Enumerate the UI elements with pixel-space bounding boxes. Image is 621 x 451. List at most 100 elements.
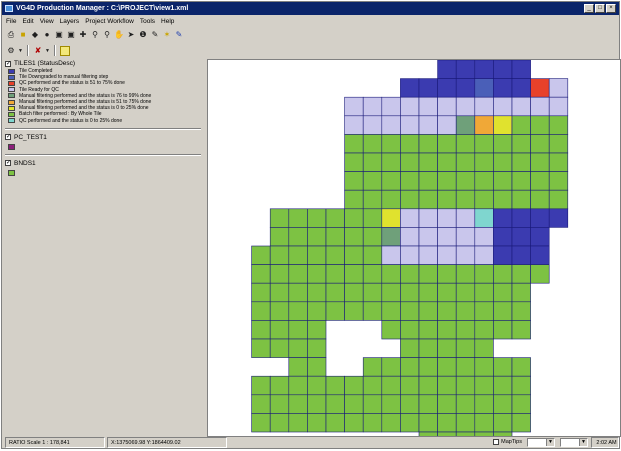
map-tile[interactable]	[288, 208, 308, 228]
map-tile[interactable]	[493, 96, 513, 117]
map-tile[interactable]	[474, 189, 494, 210]
map-tile[interactable]	[493, 301, 513, 321]
map-tile[interactable]	[269, 227, 290, 247]
map-tile[interactable]	[400, 264, 420, 284]
map-tile[interactable]	[437, 413, 457, 433]
map-tile[interactable]	[530, 264, 550, 284]
map-tile[interactable]	[474, 78, 494, 98]
map-tile[interactable]	[307, 338, 327, 358]
map-tile[interactable]	[344, 227, 364, 247]
map-tile[interactable]	[269, 375, 290, 396]
map-tile[interactable]	[455, 394, 476, 414]
map-tile[interactable]	[437, 375, 457, 396]
layers-icon[interactable]: ◆	[30, 30, 40, 40]
map-tile[interactable]	[530, 96, 550, 117]
map-tile[interactable]	[325, 394, 345, 414]
map-tile[interactable]	[418, 375, 438, 396]
map-tile[interactable]	[511, 171, 531, 191]
map-tile[interactable]	[437, 134, 457, 154]
map-tile[interactable]	[381, 134, 401, 154]
map-tile[interactable]	[381, 357, 401, 377]
map-tile[interactable]	[362, 394, 383, 414]
map-tile[interactable]	[474, 264, 494, 284]
map-tile[interactable]	[493, 245, 513, 265]
map-tile[interactable]	[362, 189, 383, 210]
map-tile[interactable]	[344, 96, 364, 117]
map-tile[interactable]	[418, 134, 438, 154]
map-tile[interactable]	[362, 245, 383, 265]
open-folder-icon[interactable]: ■	[18, 30, 28, 40]
map-tile[interactable]	[493, 189, 513, 210]
map-tile[interactable]	[511, 96, 531, 117]
map-tile[interactable]	[325, 227, 345, 247]
map-tile[interactable]	[251, 413, 271, 433]
map-tile[interactable]	[493, 357, 513, 377]
map-tile[interactable]	[251, 320, 271, 340]
map-tile[interactable]	[455, 171, 476, 191]
map-tile[interactable]	[400, 394, 420, 414]
map-tile[interactable]	[362, 413, 383, 433]
map-tile[interactable]	[474, 282, 494, 303]
map-tile[interactable]	[493, 227, 513, 247]
map-tile[interactable]	[548, 78, 569, 98]
map-tile[interactable]	[381, 171, 401, 191]
map-tile[interactable]	[511, 189, 531, 210]
close-button[interactable]: ×	[606, 4, 616, 13]
map-tile[interactable]	[455, 115, 476, 135]
map-tile[interactable]	[400, 152, 420, 172]
map-tile[interactable]	[474, 338, 494, 358]
map-tile[interactable]	[288, 245, 308, 265]
map-tile[interactable]	[530, 171, 550, 191]
map-tile[interactable]	[418, 227, 438, 247]
menu-tools[interactable]: Tools	[140, 17, 155, 27]
map-tile[interactable]	[251, 375, 271, 396]
map-tile[interactable]	[493, 264, 513, 284]
map-tile[interactable]	[511, 357, 531, 377]
map-tile[interactable]	[344, 134, 364, 154]
map-tile[interactable]	[437, 152, 457, 172]
map-tile[interactable]	[288, 282, 308, 303]
map-tile[interactable]	[344, 413, 364, 433]
map-tile[interactable]	[269, 394, 290, 414]
map-tile[interactable]	[381, 208, 401, 228]
map-tile[interactable]	[511, 134, 531, 154]
map-tile[interactable]	[400, 245, 420, 265]
map-tile[interactable]	[288, 227, 308, 247]
pencil-icon[interactable]: ✎	[174, 30, 184, 40]
map-tile[interactable]	[548, 152, 569, 172]
map-tile[interactable]	[437, 301, 457, 321]
map-tile[interactable]	[381, 115, 401, 135]
map-tile[interactable]	[530, 152, 550, 172]
map-tile[interactable]	[362, 171, 383, 191]
map-tile[interactable]	[381, 394, 401, 414]
map-tile[interactable]	[362, 115, 383, 135]
map-tile[interactable]	[288, 320, 308, 340]
map-tile[interactable]	[474, 245, 494, 265]
map-tile[interactable]	[511, 301, 531, 321]
map-tile[interactable]	[511, 282, 531, 303]
zoom-in-icon[interactable]: ⚲	[90, 30, 100, 40]
map-tile[interactable]	[325, 245, 345, 265]
map-tile[interactable]	[511, 394, 531, 414]
map-tile[interactable]	[381, 189, 401, 210]
map-tile[interactable]	[511, 264, 531, 284]
map-tile[interactable]	[418, 394, 438, 414]
map-tile[interactable]	[548, 208, 569, 228]
map-tile[interactable]	[418, 338, 438, 358]
map-tile[interactable]	[251, 394, 271, 414]
map-tile[interactable]	[418, 189, 438, 210]
map-tile[interactable]	[400, 96, 420, 117]
map-tile[interactable]	[418, 152, 438, 172]
map-tile[interactable]	[511, 375, 531, 396]
map-tile[interactable]	[530, 189, 550, 210]
map-tile[interactable]	[437, 96, 457, 117]
map-tile[interactable]	[307, 413, 327, 433]
map-tile[interactable]	[530, 78, 550, 98]
pan-icon[interactable]: ✚	[78, 30, 88, 40]
map-tile[interactable]	[474, 413, 494, 433]
wrench-dropdown-icon[interactable]: ✘	[33, 46, 43, 56]
map-tile[interactable]	[437, 171, 457, 191]
map-tile[interactable]	[325, 264, 345, 284]
map-tile[interactable]	[307, 301, 327, 321]
map-tile[interactable]	[362, 152, 383, 172]
